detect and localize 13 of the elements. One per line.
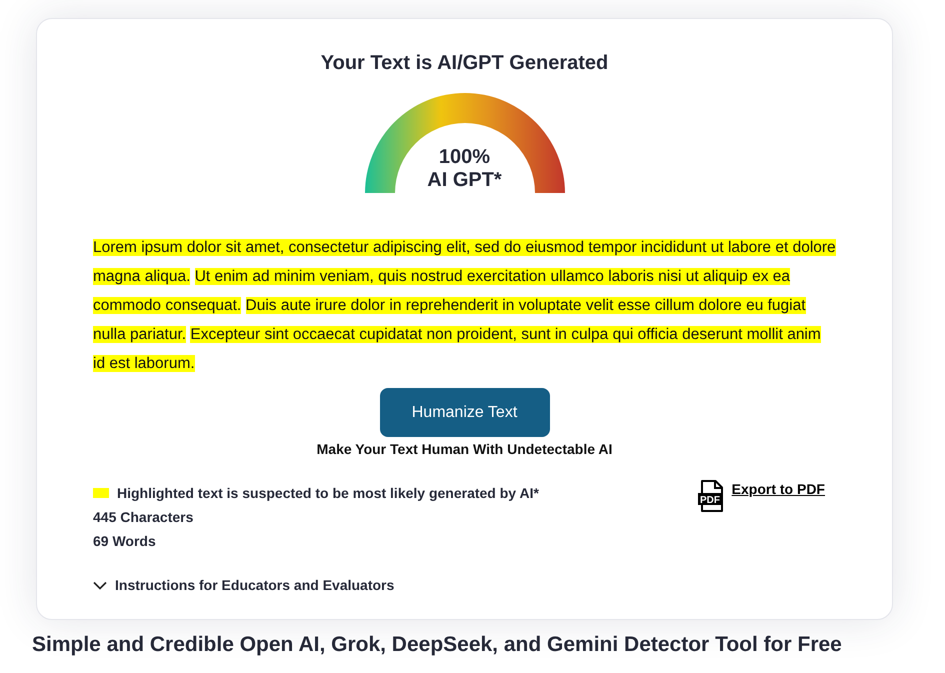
character-count: 445 Characters	[93, 508, 194, 527]
pdf-file-icon[interactable]: PDF	[698, 480, 724, 512]
result-title: Your Text is AI/GPT Generated	[320, 51, 610, 76]
export-pdf-link[interactable]: Export to PDF	[732, 480, 825, 498]
gauge-percent: 100%	[438, 146, 490, 169]
humanize-caption: Make Your Text Human With Undetectable AI	[316, 440, 614, 459]
highlight-swatch-icon	[93, 488, 109, 498]
instructions-toggle[interactable]: Instructions for Educators and Evaluators	[93, 573, 394, 597]
humanize-text-button[interactable]: Humanize Text	[380, 388, 550, 437]
legend-text: Highlighted text is suspected to be most likely generated by AI*	[117, 484, 539, 503]
section-heading: Simple and Credible Open AI, Grok, DeepSeek, and Gemini Detector Tool for Free	[32, 632, 843, 658]
word-count: 69 Words	[93, 532, 157, 551]
gauge-label: AI GPT*	[427, 169, 502, 192]
